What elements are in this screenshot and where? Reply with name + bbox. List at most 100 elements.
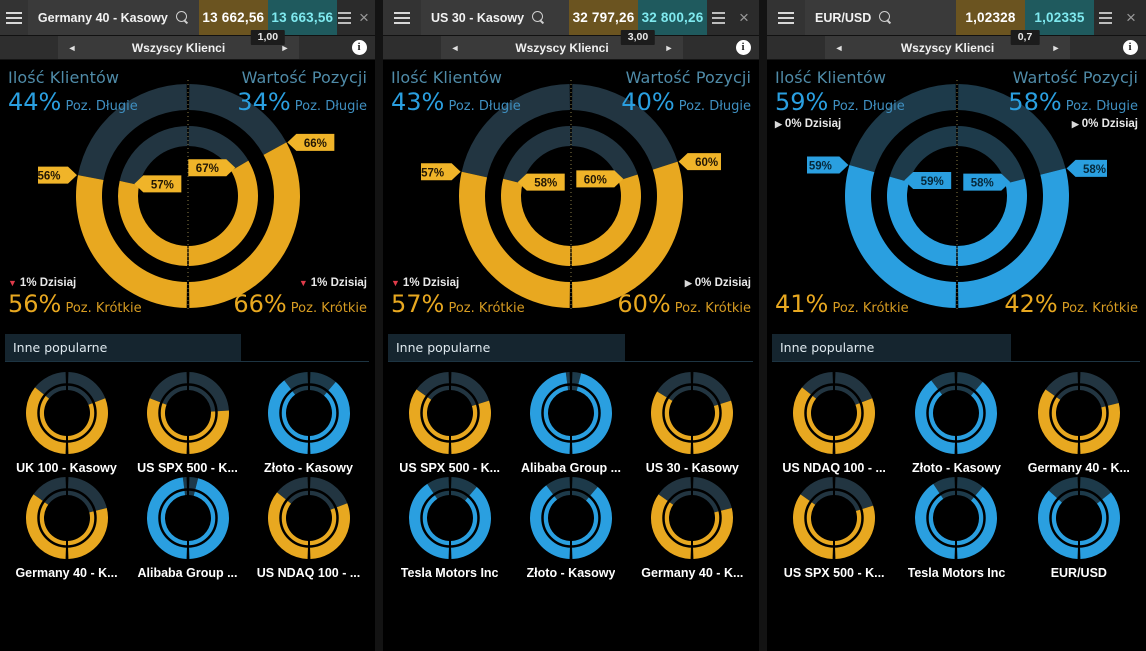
settings-button[interactable] [707,0,729,35]
tile-label: Złoto - Kasowy [264,461,353,475]
popular-tile[interactable]: Germany 40 - K... [1018,370,1140,475]
instrument-name: US 30 - Kasowy [431,10,525,25]
tile-label: Alibaba Group ... [520,461,621,475]
tile-label: US SPX 500 - K... [783,566,885,580]
panel-divider [375,0,383,651]
popular-tile[interactable]: Germany 40 - K... [632,475,753,580]
svg-text:58%: 58% [1083,164,1106,176]
popular-tile[interactable]: Alibaba Group ... [510,370,631,475]
popular-tile[interactable]: Złoto - Kasowy [248,370,369,475]
close-button[interactable]: × [729,0,759,35]
popular-tile[interactable]: US NDAQ 100 - ... [248,475,369,580]
popular-header-label: Inne popularne [13,340,108,355]
tile-donut [267,371,350,455]
tile-donut [651,371,734,455]
tile-donut [793,476,876,560]
popular-tile[interactable]: EUR/USD [1018,475,1140,580]
search-icon[interactable] [879,11,892,24]
settings-button[interactable] [336,0,353,35]
popular-header-label: Inne popularne [396,340,491,355]
info-button[interactable]: i [1114,36,1146,59]
callout-outer-left: 57% [421,163,461,181]
sentiment-section: 56% 66% 57% 67% Ilość Klientów 44% Poz. Długi… [0,60,375,332]
callout-outer-left: 59% [806,156,848,174]
popular-header: Inne popularne [0,334,375,362]
next-filter-button[interactable]: ► [655,36,683,59]
price-group: 1,02328 1,02335 0,7 [956,0,1094,45]
callout-inner-right: 67% [187,159,235,177]
popular-tile[interactable]: US 30 - Kasowy [632,370,753,475]
svg-text:67%: 67% [195,163,218,175]
popular-tile[interactable]: US SPX 500 - K... [389,370,510,475]
prev-filter-button[interactable]: ◄ [58,36,86,59]
client-filter-bar: ◄ Wszyscy Klienci ► i [0,36,375,60]
info-icon: i [351,40,367,55]
prev-filter-button[interactable]: ◄ [441,36,469,59]
close-button[interactable]: × [1116,0,1146,35]
popular-header-bar: Inne popularne [388,334,625,361]
info-icon: i [735,40,751,55]
filter-spacer-right [1070,36,1114,59]
sentiment-donut-chart: 57% 60% 58% 60% [421,80,721,312]
next-filter-button[interactable]: ► [1042,36,1070,59]
menu-button[interactable] [0,0,28,35]
tile-label: US 30 - Kasowy [645,461,739,475]
info-button[interactable]: i [343,36,375,59]
popular-grid: UK 100 - Kasowy US SPX 500 - K... Złoto - … [0,362,375,580]
client-filter-bar: ◄ Wszyscy Klienci ► i [383,36,759,60]
spread-badge: 3,00 [620,30,656,45]
info-button[interactable]: i [727,36,759,59]
tile-donut [146,476,229,560]
popular-tile[interactable]: US SPX 500 - K... [773,475,895,580]
tile-donut [793,371,876,455]
tile-label: Germany 40 - K... [15,566,118,580]
tile-label: Złoto - Kasowy [526,566,616,580]
instrument-selector[interactable]: EUR/USD [805,0,956,35]
svg-text:66%: 66% [303,138,326,150]
tile-label: US NDAQ 100 - ... [782,461,886,475]
svg-text:58%: 58% [534,178,557,190]
popular-tile[interactable]: US NDAQ 100 - ... [773,370,895,475]
settings-button[interactable] [1094,0,1116,35]
popular-tile[interactable]: UK 100 - Kasowy [6,370,127,475]
filter-title[interactable]: Wszyscy Klienci [86,36,271,59]
popular-grid: US SPX 500 - K... Alibaba Group ... US 30 … [383,362,759,580]
instrument-selector[interactable]: Germany 40 - Kasowy [27,0,199,35]
tile-label: Tesla Motors Inc [907,566,1006,580]
svg-text:60%: 60% [695,157,718,169]
instrument-panel-1: Germany 40 - Kasowy 13 662,56 13 663,56 1,0… [0,0,375,651]
popular-tile[interactable]: Germany 40 - K... [6,475,127,580]
menu-button[interactable] [383,0,421,35]
tile-label: Germany 40 - K... [1027,461,1130,475]
instrument-name: EUR/USD [815,10,872,25]
popular-tile[interactable]: Złoto - Kasowy [895,370,1017,475]
tile-label: US SPX 500 - K... [137,461,238,475]
instrument-panel-3: EUR/USD 1,02328 1,02335 0,7 × ◄ Wszyscy Klienc… [767,0,1146,651]
filter-spacer-right [683,36,727,59]
instrument-selector[interactable]: US 30 - Kasowy [421,0,569,35]
popular-tile[interactable]: Alibaba Group ... [127,475,248,580]
close-button[interactable]: × [352,0,375,35]
callout-inner-left: 58% [517,173,565,191]
donut-wrapper: 59% 58% 59% 58% [806,76,1107,316]
popular-header: Inne popularne [383,334,759,362]
spread-badge: 0,7 [1010,30,1040,45]
callout-inner-right: 60% [576,170,624,188]
search-icon[interactable] [532,11,545,24]
tile-donut [408,371,491,455]
tile-donut [915,476,998,560]
tile-label: Germany 40 - K... [641,566,744,580]
popular-tile[interactable]: US SPX 500 - K... [127,370,248,475]
tile-label: Złoto - Kasowy [912,461,1001,475]
search-icon[interactable] [175,11,189,24]
tile-label: UK 100 - Kasowy [16,461,117,475]
filter-spacer-left [383,36,441,59]
popular-tile[interactable]: Tesla Motors Inc [895,475,1017,580]
triangle-down-icon: ▼ [8,277,17,288]
menu-button[interactable] [767,0,805,35]
prev-filter-button[interactable]: ◄ [825,36,853,59]
tile-label: US NDAQ 100 - ... [256,566,361,580]
popular-tile[interactable]: Tesla Motors Inc [389,475,510,580]
callout-outer-right: 66% [286,133,334,151]
popular-tile[interactable]: Złoto - Kasowy [510,475,631,580]
